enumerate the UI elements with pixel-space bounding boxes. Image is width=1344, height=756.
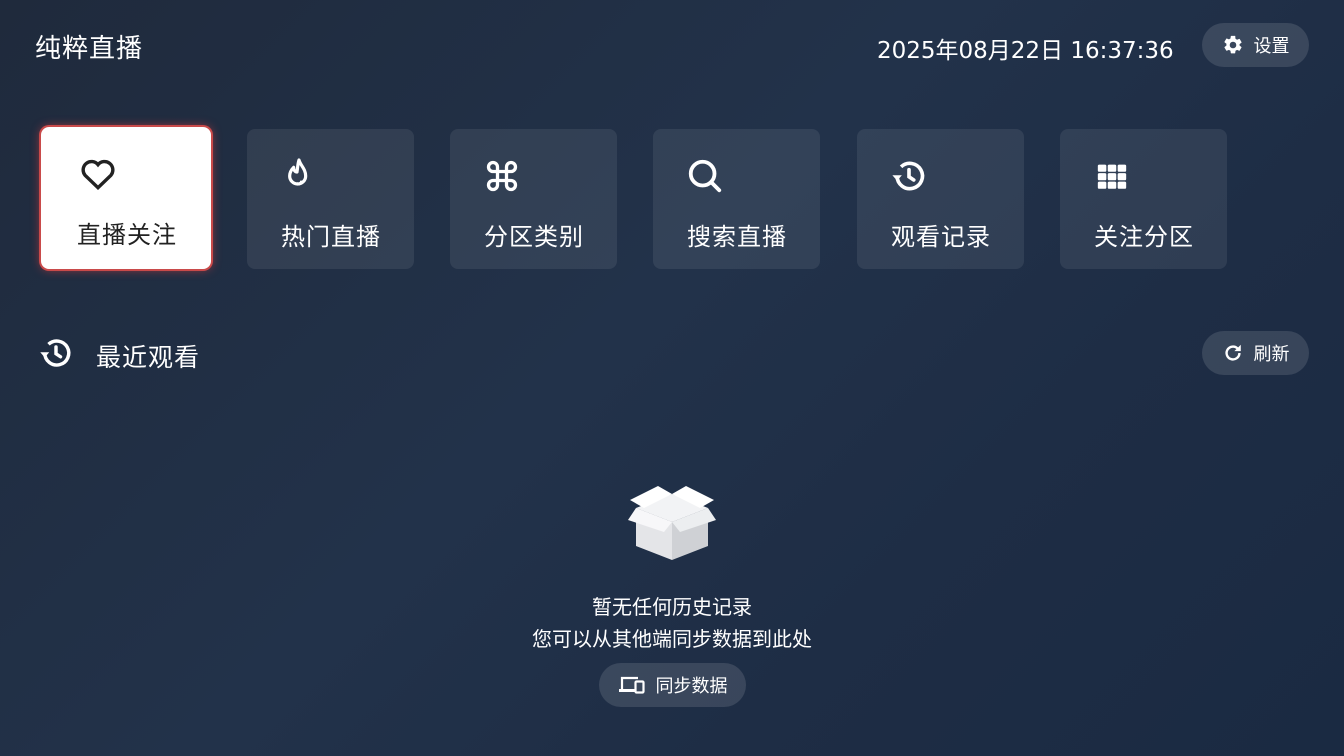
tile-followed-categories[interactable]: 关注分区 bbox=[1060, 129, 1227, 269]
gear-icon bbox=[1223, 35, 1242, 54]
command-icon bbox=[483, 157, 521, 195]
settings-button[interactable]: 设置 bbox=[1202, 23, 1309, 67]
grid-icon bbox=[1093, 157, 1131, 195]
sync-data-label: 同步数据 bbox=[655, 676, 728, 697]
tile-search-live[interactable]: 搜索直播 bbox=[653, 129, 820, 269]
history-icon bbox=[890, 157, 928, 195]
refresh-icon bbox=[1224, 344, 1241, 361]
flame-icon bbox=[280, 157, 318, 195]
recent-section-header bbox=[38, 335, 74, 371]
empty-message: 暂无任何历史记录 bbox=[592, 595, 752, 619]
tile-categories[interactable]: 分区类别 bbox=[450, 129, 617, 269]
search-icon bbox=[686, 157, 724, 195]
tile-hot-live[interactable]: 热门直播 bbox=[247, 129, 414, 269]
recent-section-title: 最近观看 bbox=[96, 343, 201, 372]
sync-data-button[interactable]: 同步数据 bbox=[599, 663, 746, 707]
tile-label: 直播关注 bbox=[77, 221, 177, 249]
history-icon bbox=[40, 339, 71, 367]
empty-box-icon bbox=[628, 486, 716, 560]
tile-label: 关注分区 bbox=[1094, 223, 1194, 251]
refresh-label: 刷新 bbox=[1253, 344, 1290, 365]
tile-follow-live[interactable]: 直播关注 bbox=[41, 127, 211, 269]
tile-label: 热门直播 bbox=[281, 223, 381, 251]
tile-watch-history[interactable]: 观看记录 bbox=[857, 129, 1024, 269]
empty-hint: 您可以从其他端同步数据到此处 bbox=[532, 627, 812, 651]
tile-label: 搜索直播 bbox=[687, 223, 787, 251]
app-title: 纯粹直播 bbox=[35, 34, 144, 64]
clock: 2025年08月22日 16:37:36 bbox=[877, 38, 1174, 64]
tile-label: 观看记录 bbox=[891, 223, 991, 251]
devices-icon bbox=[618, 676, 645, 694]
settings-label: 设置 bbox=[1253, 36, 1290, 57]
heart-icon bbox=[79, 154, 117, 192]
refresh-button[interactable]: 刷新 bbox=[1202, 331, 1309, 375]
tile-label: 分区类别 bbox=[484, 223, 584, 251]
